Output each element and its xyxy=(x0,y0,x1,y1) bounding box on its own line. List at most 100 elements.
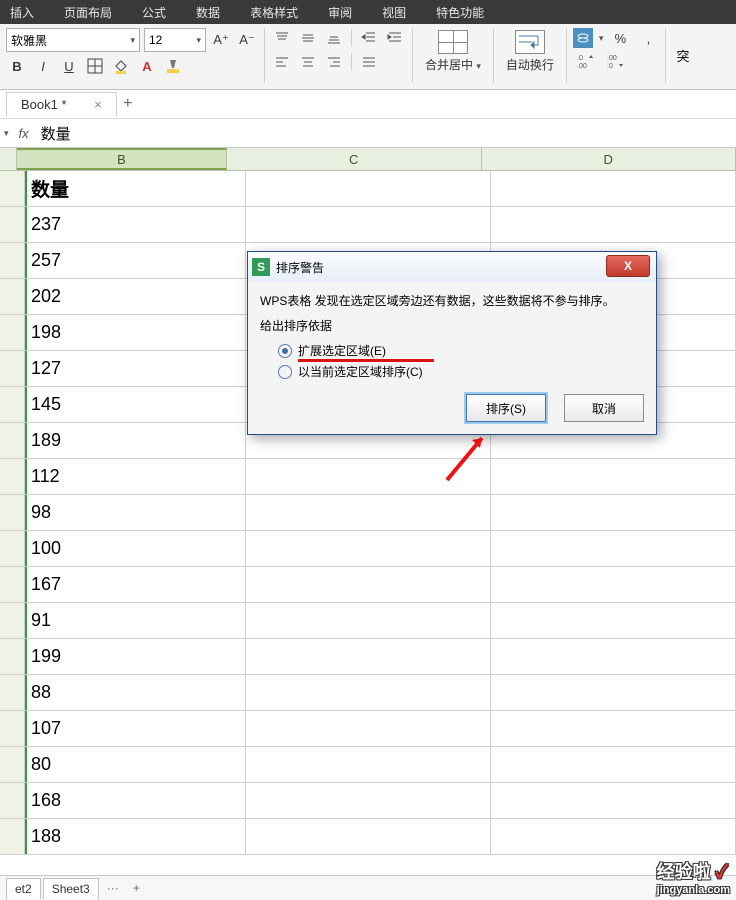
cell[interactable]: 189 xyxy=(25,423,246,458)
menu-view[interactable]: 视图 xyxy=(382,4,406,21)
cell[interactable] xyxy=(491,675,736,710)
bold-button[interactable]: B xyxy=(6,56,28,76)
menu-layout[interactable]: 页面布局 xyxy=(64,4,112,21)
cell[interactable] xyxy=(491,459,736,494)
font-name-select[interactable]: 软雅黑 ▾ xyxy=(6,28,140,52)
cell[interactable]: 100 xyxy=(25,531,246,566)
justify-button[interactable] xyxy=(358,52,380,72)
cell[interactable] xyxy=(246,783,491,818)
number-format-button[interactable] xyxy=(573,28,593,48)
row-header[interactable] xyxy=(0,243,25,278)
indent-button[interactable] xyxy=(384,28,406,48)
dialog-close-button[interactable]: X xyxy=(606,255,650,277)
cell[interactable] xyxy=(491,783,736,818)
cell[interactable]: 145 xyxy=(25,387,246,422)
underline-button[interactable]: U xyxy=(58,56,80,76)
merge-center-button[interactable]: 合并居中 ▾ xyxy=(419,28,487,75)
radio-current-selection[interactable]: 以当前选定区域排序(C) xyxy=(278,363,644,380)
align-right-button[interactable] xyxy=(323,52,345,72)
cell[interactable]: 199 xyxy=(25,639,246,674)
workbook-tab[interactable]: Book1 * × xyxy=(6,92,117,117)
highlight-button[interactable] xyxy=(162,56,184,76)
col-header-d[interactable]: D xyxy=(482,148,736,170)
row-header[interactable] xyxy=(0,315,25,350)
align-middle-button[interactable] xyxy=(297,28,319,48)
cell[interactable]: 168 xyxy=(25,783,246,818)
namebox-dropdown[interactable]: ▾ xyxy=(0,128,13,139)
cell[interactable]: 198 xyxy=(25,315,246,350)
cell[interactable] xyxy=(491,747,736,782)
cell[interactable]: 257 xyxy=(25,243,246,278)
cell[interactable]: 107 xyxy=(25,711,246,746)
cell[interactable]: 202 xyxy=(25,279,246,314)
cell[interactable] xyxy=(246,495,491,530)
cell[interactable] xyxy=(246,711,491,746)
cell[interactable] xyxy=(246,207,491,242)
cell[interactable] xyxy=(246,603,491,638)
cell[interactable] xyxy=(491,207,736,242)
add-workbook-button[interactable]: + xyxy=(117,93,139,115)
font-color-button[interactable]: A xyxy=(136,56,158,76)
row-header[interactable] xyxy=(0,459,25,494)
comma-button[interactable]: , xyxy=(637,28,659,48)
cancel-button[interactable]: 取消 xyxy=(564,394,644,422)
cell[interactable] xyxy=(246,639,491,674)
align-center-button[interactable] xyxy=(297,52,319,72)
cell[interactable]: 112 xyxy=(25,459,246,494)
row-header[interactable] xyxy=(0,207,25,242)
menu-tablestyle[interactable]: 表格样式 xyxy=(250,4,298,21)
wrap-text-button[interactable]: 自动换行 xyxy=(500,28,560,75)
menu-feature[interactable]: 特色功能 xyxy=(436,4,484,21)
italic-button[interactable]: I xyxy=(32,56,54,76)
menu-review[interactable]: 审阅 xyxy=(328,4,352,21)
align-top-button[interactable] xyxy=(271,28,293,48)
cell[interactable] xyxy=(246,819,491,854)
row-header[interactable] xyxy=(0,747,25,782)
cell[interactable] xyxy=(491,819,736,854)
increase-decimal-button[interactable]: .0.00 xyxy=(573,51,597,71)
row-header[interactable] xyxy=(0,531,25,566)
increase-font-button[interactable]: A⁺ xyxy=(210,30,232,50)
cell[interactable] xyxy=(246,567,491,602)
menu-data[interactable]: 数据 xyxy=(196,4,220,21)
cell[interactable] xyxy=(246,531,491,566)
fx-icon[interactable]: fx xyxy=(13,126,35,141)
cell[interactable] xyxy=(491,711,736,746)
cell[interactable]: 188 xyxy=(25,819,246,854)
cell[interactable] xyxy=(491,171,736,206)
row-header[interactable] xyxy=(0,171,25,206)
outdent-button[interactable] xyxy=(358,28,380,48)
cell[interactable] xyxy=(246,171,491,206)
cell[interactable] xyxy=(491,639,736,674)
row-header[interactable] xyxy=(0,783,25,818)
row-header[interactable] xyxy=(0,279,25,314)
corner-cell[interactable] xyxy=(0,148,17,170)
col-header-b[interactable]: B xyxy=(17,148,227,170)
menu-formula[interactable]: 公式 xyxy=(142,4,166,21)
sheet-tab[interactable]: Sheet3 xyxy=(43,878,99,899)
sheet-tab[interactable]: et2 xyxy=(6,878,41,899)
row-header[interactable] xyxy=(0,819,25,854)
fill-color-button[interactable] xyxy=(110,56,132,76)
row-header[interactable] xyxy=(0,603,25,638)
cell[interactable]: 167 xyxy=(25,567,246,602)
percent-button[interactable]: % xyxy=(609,28,631,48)
decrease-font-button[interactable]: A⁻ xyxy=(236,30,258,50)
cell[interactable] xyxy=(491,567,736,602)
cell[interactable]: 数量 xyxy=(25,171,246,206)
row-header[interactable] xyxy=(0,387,25,422)
formula-input[interactable]: 数量 xyxy=(35,123,77,144)
col-header-c[interactable]: C xyxy=(227,148,482,170)
align-bottom-button[interactable] xyxy=(323,28,345,48)
row-header[interactable] xyxy=(0,495,25,530)
cell[interactable] xyxy=(491,495,736,530)
align-left-button[interactable] xyxy=(271,52,293,72)
dialog-titlebar[interactable]: S 排序警告 X xyxy=(248,252,656,282)
add-sheet-button[interactable]: + xyxy=(127,881,146,895)
cell[interactable] xyxy=(246,675,491,710)
cell[interactable]: 127 xyxy=(25,351,246,386)
cell[interactable]: 98 xyxy=(25,495,246,530)
row-header[interactable] xyxy=(0,423,25,458)
row-header[interactable] xyxy=(0,567,25,602)
row-header[interactable] xyxy=(0,639,25,674)
